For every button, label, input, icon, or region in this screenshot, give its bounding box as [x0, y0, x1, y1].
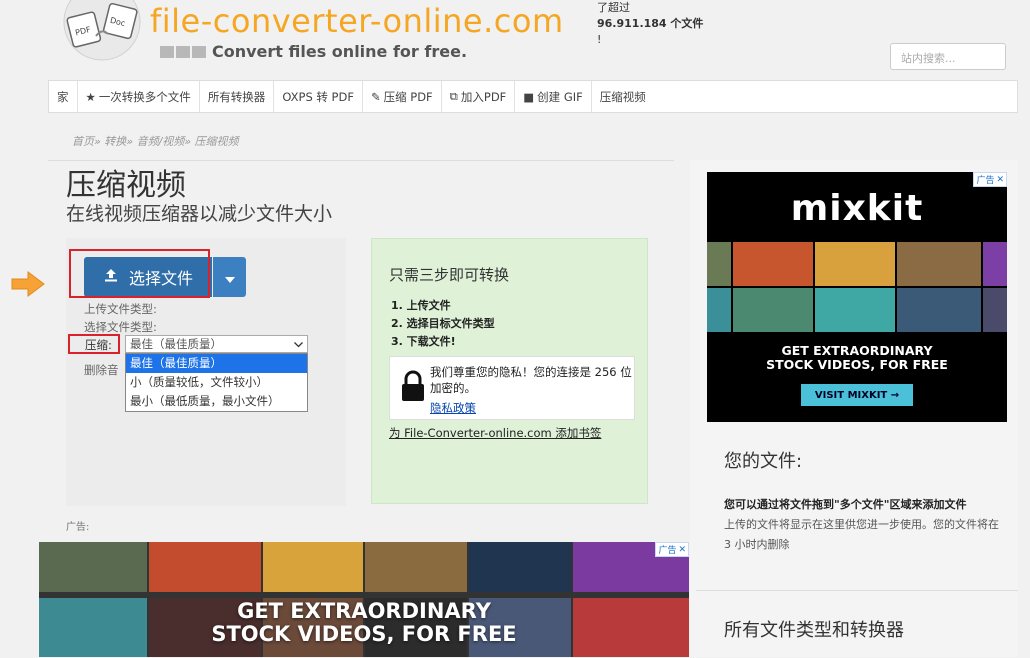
nav-item-compress-video[interactable]: 压缩视频 [592, 81, 654, 112]
ad-image-tile [983, 288, 1007, 332]
ad-image-tile [733, 242, 813, 286]
arrow-right-icon [10, 270, 46, 302]
nav-label: 创建 GIF [537, 89, 583, 104]
file-counter: 了超过 96.911.184 个文件 ! [597, 0, 717, 48]
tagline-text: Convert files online for free. [212, 42, 468, 61]
nav-item-multiple-files[interactable]: ★ 一次转换多个文件 [78, 81, 200, 112]
compress-dropdown-list: 最佳（最佳质量） 小（质量较低，文件较小） 最小（最低质量，最小文件） [125, 353, 308, 412]
compress-option-small[interactable]: 小（质量较低，文件较小） [126, 373, 307, 392]
headline-line: STOCK VIDEOS, FOR FREE [211, 622, 517, 646]
ad-badge-label: 广告 [658, 546, 677, 556]
privacy-policy-link[interactable]: 隐私政策 [430, 400, 476, 416]
nav-label: 压缩 PDF [383, 89, 433, 104]
steps-title: 只需三步即可转换 [389, 266, 510, 284]
site-logo[interactable]: PDF Doc [62, 0, 142, 62]
lock-icon [401, 370, 425, 406]
ad-image-tile [897, 288, 981, 332]
caret-down-icon [224, 268, 235, 287]
bookmark-link[interactable]: 为 File-Converter-online.com 添加书签 [389, 425, 601, 441]
tagline: Convert files online for free. [160, 42, 467, 61]
bottom-ad-headline: GET EXTRAORDINARY STOCK VIDEOS, FOR FREE [39, 600, 689, 646]
ad-badge[interactable]: 广告 ✕ [655, 542, 689, 557]
nav-item-create-gif[interactable]: ■ 创建 GIF [515, 81, 592, 112]
your-files-description: 上传的文件将显示在这里供您进一步使用。您的文件将在 3 小时内删除 [724, 518, 999, 551]
nav-item-home[interactable]: 家 [49, 81, 78, 112]
video-icon: ■ [523, 89, 535, 104]
all-types-title: 所有文件类型和转换器 [724, 620, 904, 641]
nav-item-all-converters[interactable]: 所有转换器 [200, 81, 275, 112]
copy-icon: ⧉ [449, 89, 458, 103]
compress-option-smallest[interactable]: 最小（最低质量，最小文件） [126, 392, 307, 411]
page-title: 压缩视频 [66, 168, 186, 203]
compress-option-best[interactable]: 最佳（最佳质量） [126, 354, 307, 373]
nav-label: 压缩视频 [599, 89, 646, 104]
nav-label: 一次转换多个文件 [98, 89, 191, 104]
step-item: 1. 上传文件 [391, 299, 451, 312]
ad-image-tile [469, 542, 571, 592]
mixkit-logo: mixkit [790, 188, 924, 229]
main-nav: 家 ★ 一次转换多个文件 所有转换器 OXPS 转 PDF ✎ 压缩 PDF ⧉ 加入… [48, 80, 1018, 113]
headline-line: STOCK VIDEOS, FOR FREE [766, 357, 948, 372]
step-item: 3. 下载文件! [391, 335, 456, 348]
upload-file-type-label: 上传文件类型: [84, 302, 157, 316]
your-files-hint: 您可以通过将文件拖到"多个文件"区域来添加文件 [724, 498, 967, 511]
ad-image-tile [897, 242, 981, 286]
compress-selected-value: 最佳（最佳质量） [130, 337, 222, 351]
page-subtitle: 在线视频压缩器以减少文件大小 [66, 203, 333, 225]
site-name[interactable]: file-converter-online.com [150, 2, 564, 40]
ad-image-tile [815, 242, 895, 286]
breadcrumb[interactable]: 首页» 转换» 音频/视频» 压缩视频 [72, 133, 239, 149]
nav-item-oxps-to-pdf[interactable]: OXPS 转 PDF [274, 81, 363, 112]
bottom-banner-ad[interactable]: GET EXTRAORDINARY STOCK VIDEOS, FOR FREE… [39, 542, 689, 657]
nav-label: 家 [57, 89, 69, 104]
visit-mixkit-button[interactable]: VISIT MIXKIT → [801, 384, 913, 406]
stats-line-3: ! [597, 33, 602, 46]
star-icon: ★ [85, 89, 96, 104]
ad-image-tile [815, 288, 895, 332]
step-item: 2. 选择目标文件类型 [391, 317, 495, 330]
headline-line: GET EXTRAORDINARY [781, 343, 933, 358]
nav-item-join-pdf[interactable]: ⧉ 加入PDF [442, 81, 516, 112]
sidebar-ad[interactable]: mixkit GET EXTRAORDINARY STOCK VIDEOS, F… [707, 172, 1007, 422]
upload-highlight-box [69, 249, 210, 298]
compress-select[interactable]: 最佳（最佳质量） [125, 335, 308, 353]
tagline-bars-icon [160, 45, 206, 58]
ad-image-tile [365, 542, 467, 592]
sidebar-divider [696, 590, 1018, 591]
compress-highlight-box [68, 334, 120, 354]
nav-item-compress-pdf[interactable]: ✎ 压缩 PDF [363, 81, 442, 112]
privacy-text: 我们尊重您的隐私！您的连接是 256 位加密的。 [430, 365, 632, 395]
ad-image-tile [707, 242, 731, 286]
nav-label: 所有转换器 [207, 89, 266, 104]
ad-badge-label: 广告 [976, 176, 995, 186]
close-icon[interactable]: ✕ [996, 175, 1004, 185]
ad-image-tile [149, 542, 261, 592]
remove-audio-label[interactable]: 删除音 [84, 362, 119, 378]
nav-label: OXPS 转 PDF [282, 89, 354, 104]
ad-label: 广告: [66, 522, 90, 533]
stats-line-1: 了超过 [597, 1, 630, 14]
close-icon[interactable]: ✕ [678, 545, 686, 555]
ad-image-tile [983, 242, 1007, 286]
ad-image-tile [39, 542, 147, 592]
ad-image-tile [707, 288, 731, 332]
target-file-type-label: 选择文件类型: [84, 320, 157, 334]
ad-image-tile [263, 542, 363, 592]
nav-label: 加入PDF [460, 89, 507, 104]
chevron-down-icon [294, 337, 303, 351]
side-ad-headline: GET EXTRAORDINARY STOCK VIDEOS, FOR FREE [707, 344, 1007, 372]
ad-image-tile [733, 288, 813, 332]
pin-icon: ✎ [370, 89, 381, 104]
stats-line-2: 96.911.184 个文件 [597, 17, 704, 30]
search-input[interactable]: 站内搜索... [890, 43, 1006, 70]
upload-dropdown-toggle[interactable] [213, 257, 246, 297]
your-files-title: 您的文件: [724, 451, 803, 472]
headline-line: GET EXTRAORDINARY [237, 599, 491, 623]
ad-badge[interactable]: 广告 ✕ [973, 172, 1007, 187]
